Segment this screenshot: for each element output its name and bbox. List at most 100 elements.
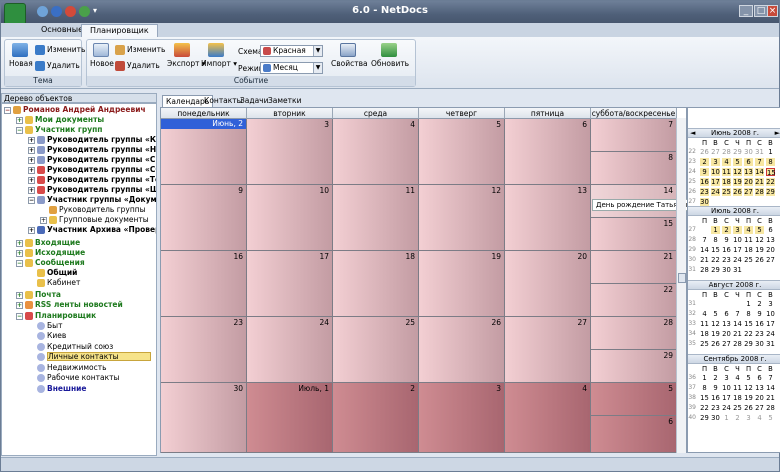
mini-day[interactable]: 1 (766, 148, 775, 156)
day-cell[interactable]: 10 (247, 185, 333, 251)
mini-day[interactable]: 17 (766, 320, 775, 328)
mini-day[interactable]: 3 (744, 414, 753, 422)
mini-day[interactable]: 8 (711, 236, 720, 244)
mini-day[interactable]: 25 (733, 404, 742, 412)
day-cell-sunday[interactable]: 29 (591, 350, 677, 383)
mini-day[interactable]: 7 (766, 374, 775, 382)
mini-day[interactable]: 2 (700, 158, 709, 166)
delete-tema-button[interactable]: Удалить (35, 61, 80, 71)
mini-day[interactable]: 25 (722, 188, 731, 196)
mini-day[interactable]: 13 (744, 168, 753, 176)
mini-day[interactable]: 17 (733, 246, 742, 254)
mini-day[interactable]: 24 (711, 188, 720, 196)
tab-scheduler[interactable]: Планировщик (81, 24, 158, 37)
expand-icon[interactable]: + (28, 156, 35, 164)
mini-day[interactable]: 10 (733, 236, 742, 244)
mini-day[interactable]: 31 (766, 340, 775, 348)
day-cell[interactable]: 26 (419, 317, 505, 383)
mini-day[interactable]: 3 (733, 226, 742, 234)
mini-day[interactable]: 28 (700, 266, 709, 274)
tree-node-outgoing[interactable]: + Исходящие (16, 248, 85, 258)
mini-day[interactable]: 21 (733, 330, 742, 338)
next-month-icon[interactable]: ► (775, 129, 780, 138)
mini-day[interactable]: 27 (711, 148, 720, 156)
mini-day[interactable]: 10 (722, 384, 731, 392)
mini-day[interactable]: 12 (711, 320, 720, 328)
mini-day[interactable]: 19 (744, 394, 753, 402)
mini-day[interactable]: 2 (733, 414, 742, 422)
mini-day[interactable]: 30 (711, 414, 720, 422)
day-cell[interactable]: 13 (505, 185, 591, 251)
collapse-icon[interactable]: − (4, 106, 11, 114)
mini-day[interactable]: 7 (755, 158, 764, 166)
mini-day[interactable]: 16 (755, 320, 764, 328)
mini-day[interactable]: 17 (722, 394, 731, 402)
calendar-scrollbar[interactable] (676, 118, 686, 453)
tree-node-group-leader[interactable]: + Руководитель группы «Шабл (28, 185, 156, 195)
mini-day[interactable]: 5 (755, 226, 764, 234)
day-cell-sunday[interactable]: 22 (591, 284, 677, 317)
mini-day[interactable]: 30 (700, 198, 709, 206)
day-cell[interactable]: 6 (505, 119, 591, 185)
mini-day[interactable]: 10 (766, 310, 775, 318)
mini-day[interactable]: 14 (700, 246, 709, 254)
day-cell-sunday[interactable]: 8 (591, 152, 677, 185)
mini-day[interactable]: 21 (766, 394, 775, 402)
collapse-icon[interactable]: − (16, 259, 23, 267)
mini-day[interactable]: 9 (700, 168, 709, 176)
mini-day[interactable]: 21 (700, 256, 709, 264)
collapse-icon[interactable]: − (16, 126, 23, 134)
mini-day[interactable]: 15 (766, 168, 776, 177)
tree-node-user[interactable]: − Романов Андрей Андреевич (4, 105, 146, 115)
minimize-button[interactable]: _ (739, 5, 753, 17)
mini-day[interactable]: 2 (711, 374, 720, 382)
mini-day[interactable]: 28 (733, 340, 742, 348)
day-cell-sunday[interactable]: 6 (591, 416, 677, 453)
mini-day[interactable]: 20 (744, 178, 753, 186)
tree-node-messages[interactable]: − Сообщения (16, 258, 85, 268)
day-cell-saturday[interactable]: 21 (591, 251, 677, 284)
mini-day[interactable]: 27 (755, 404, 764, 412)
day-cell[interactable]: 5 (419, 119, 505, 185)
mini-day[interactable]: 20 (755, 394, 764, 402)
mini-day[interactable]: 5 (733, 158, 742, 166)
mini-day[interactable]: 6 (744, 158, 753, 166)
day-cell[interactable]: 3 (247, 119, 333, 185)
day-cell-next-month[interactable]: 3 (419, 383, 505, 453)
tree-node-group-leader[interactable]: + Руководитель группы «Конт (28, 135, 156, 145)
day-cell[interactable]: 17 (247, 251, 333, 317)
mini-day[interactable]: 15 (744, 320, 753, 328)
tree-node-cabinet[interactable]: Кабинет (37, 278, 80, 288)
tab-notes[interactable]: Заметки (265, 95, 304, 107)
tree-node-leader[interactable]: Руководитель группы (49, 205, 146, 215)
mini-day[interactable]: 11 (744, 236, 753, 244)
mini-day[interactable]: 30 (755, 340, 764, 348)
day-cell[interactable]: 12 (419, 185, 505, 251)
maximize-button[interactable]: □ (754, 5, 768, 17)
mini-day[interactable]: 14 (733, 320, 742, 328)
mini-day[interactable]: 4 (722, 158, 731, 166)
mini-day[interactable]: 26 (700, 148, 709, 156)
mini-day[interactable]: 18 (722, 178, 731, 186)
edit-tema-button[interactable]: Изменить (35, 45, 85, 55)
expand-icon[interactable]: + (28, 136, 35, 144)
day-cell[interactable]: 27 (505, 317, 591, 383)
mini-day[interactable]: 2 (722, 226, 731, 234)
mini-day[interactable]: 13 (766, 236, 775, 244)
tree-node-incoming[interactable]: + Входящие (16, 238, 80, 248)
mini-day[interactable]: 22 (711, 256, 720, 264)
mini-day[interactable]: 16 (711, 394, 720, 402)
mini-day[interactable]: 28 (766, 404, 775, 412)
tree-node-category[interactable]: Недвижимость (37, 363, 107, 373)
mini-day[interactable]: 26 (755, 256, 764, 264)
properties-button[interactable]: Свойства (331, 43, 368, 68)
mini-day[interactable]: 25 (744, 256, 753, 264)
delete-event-button[interactable]: Удалить (115, 61, 160, 71)
mini-day[interactable]: 29 (711, 266, 720, 274)
mini-day[interactable]: 27 (766, 256, 775, 264)
tree-node-mail[interactable]: + Почта (16, 290, 61, 300)
scheme-select[interactable]: Красная ▼ (260, 45, 323, 57)
day-cell-sunday[interactable]: 15 (591, 218, 677, 251)
collapse-icon[interactable]: − (16, 312, 23, 320)
day-cell-saturday[interactable]: 5 (591, 383, 677, 416)
